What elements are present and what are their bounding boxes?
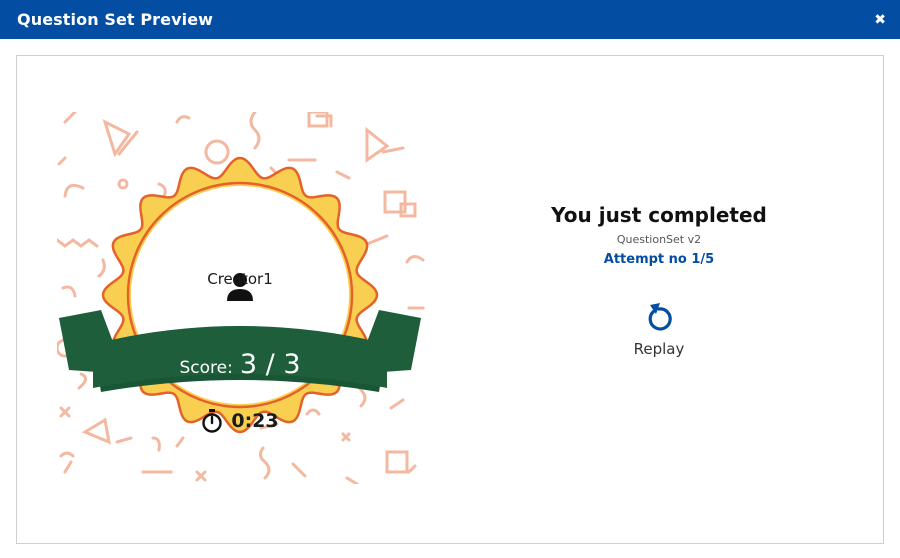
score-badge: Creator1 Score: 3 / 3 0:23 bbox=[57, 112, 427, 484]
time-value: 0:23 bbox=[231, 410, 279, 432]
replay-icon bbox=[648, 303, 672, 331]
replay-button[interactable]: Replay bbox=[607, 302, 711, 368]
score-display: Score: 3 / 3 bbox=[57, 349, 423, 380]
creator-name: Creator1 bbox=[207, 270, 273, 288]
content-frame: Creator1 Score: 3 / 3 0:23 You just comp… bbox=[16, 55, 884, 544]
modal-title: Question Set Preview bbox=[17, 10, 214, 29]
stopwatch-icon bbox=[202, 409, 223, 433]
score-value: 3 / 3 bbox=[239, 349, 301, 380]
score-label: Score: bbox=[179, 358, 233, 378]
time-taken: 0:23 bbox=[57, 409, 423, 433]
replay-label: Replay bbox=[633, 340, 685, 358]
question-set-preview-modal: Question Set Preview ✖ Creator1 Score: 3… bbox=[0, 0, 900, 558]
question-set-name: QuestionSet v2 bbox=[616, 233, 702, 246]
attempt-count: Attempt no 1/5 bbox=[603, 252, 715, 267]
completion-summary: You just completed QuestionSet v2 Attemp… bbox=[517, 203, 801, 267]
close-icon[interactable]: ✖ bbox=[874, 13, 886, 27]
completion-headline: You just completed bbox=[551, 203, 767, 227]
modal-header: Question Set Preview ✖ bbox=[0, 0, 900, 39]
